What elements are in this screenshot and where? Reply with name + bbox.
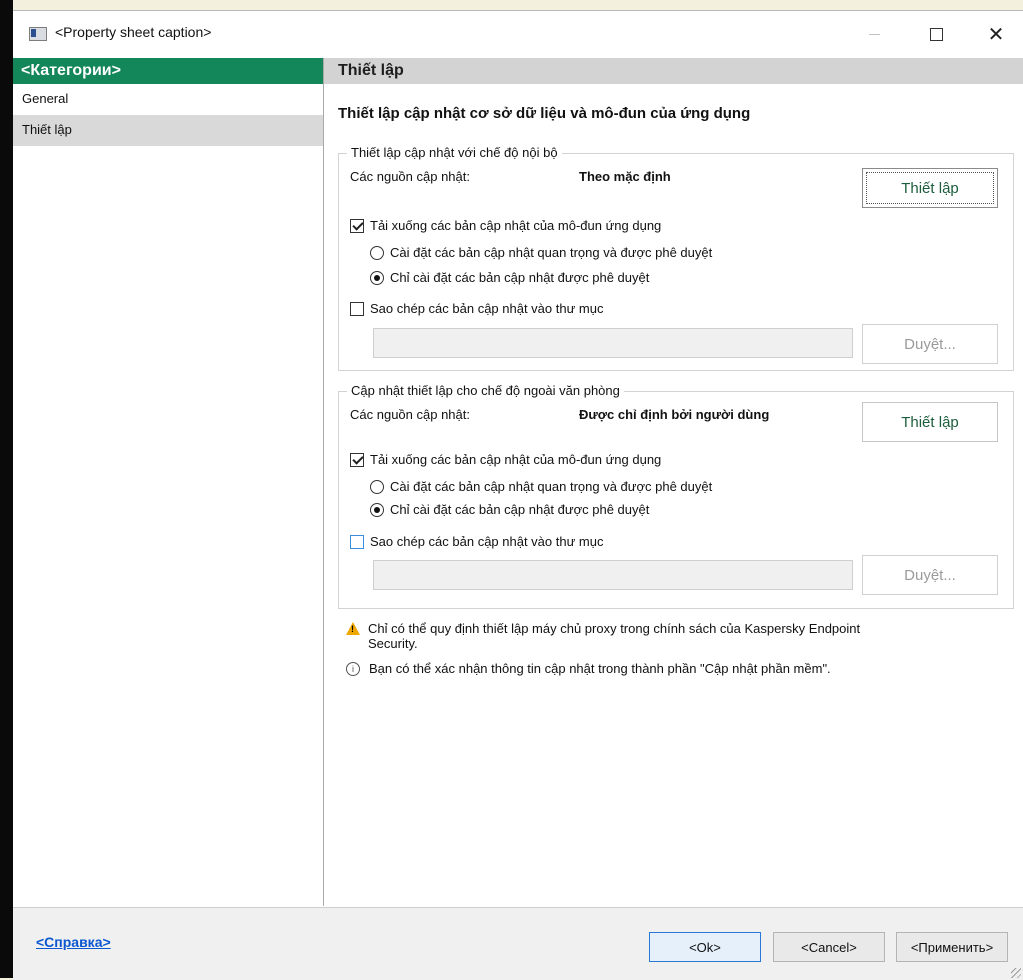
apply-button[interactable]: <Применить>	[896, 932, 1008, 962]
section-header: Thiết lập	[324, 58, 1023, 84]
update-sources-settings-button[interactable]: Thiết lập	[862, 402, 998, 442]
maximize-button[interactable]	[913, 18, 959, 50]
install-approved-radio[interactable]: Chỉ cài đặt các bản cập nhật được phê du…	[370, 502, 649, 517]
cancel-button[interactable]: <Cancel>	[773, 932, 885, 962]
minimize-button[interactable]	[851, 18, 897, 50]
browse-button[interactable]: Duyệt...	[862, 555, 998, 595]
browse-button[interactable]: Duyệt...	[862, 324, 998, 364]
update-sources-value: Được chỉ định bởi người dùng	[579, 407, 770, 422]
info-note: i Bạn có thể xác nhận thông tin cập nhật…	[346, 661, 831, 676]
install-approved-radio[interactable]: Chỉ cài đặt các bản cập nhật được phê du…	[370, 270, 649, 285]
radio-unchecked-icon	[370, 245, 384, 260]
radio-checked-icon	[370, 502, 384, 517]
radio-label: Cài đặt các bản cập nhật quan trọng và đ…	[390, 245, 713, 260]
copy-folder-path-input[interactable]	[373, 560, 853, 590]
warning-text-line2: Security.	[368, 636, 418, 651]
button-label: Duyệt...	[904, 566, 956, 584]
download-modules-checkbox[interactable]: Tải xuống các bản cập nhật của mô-đun ứn…	[350, 218, 661, 233]
warning-text: Chỉ có thể quy định thiết lập máy chủ pr…	[368, 621, 860, 651]
copy-folder-path-input[interactable]	[373, 328, 853, 358]
outside-office-group: Cập nhật thiết lập cho chế độ ngoài văn …	[338, 383, 1014, 609]
radio-checked-icon	[370, 270, 384, 285]
checkbox-checked-icon	[350, 218, 364, 233]
info-text: Bạn có thể xác nhận thông tin cập nhật t…	[369, 661, 831, 676]
checkbox-unchecked-icon	[350, 534, 364, 549]
checkbox-label: Tải xuống các bản cập nhật của mô-đun ứn…	[370, 452, 662, 467]
settings-panel: Thiết lập Thiết lập cập nhật cơ sở dữ li…	[324, 58, 1023, 906]
checkbox-label: Sao chép các bản cập nhật vào thư mục	[370, 534, 604, 549]
update-sources-value: Theo mặc định	[579, 169, 671, 184]
download-modules-checkbox[interactable]: Tải xuống các bản cập nhật của mô-đun ứn…	[350, 452, 661, 467]
dialog-footer: <Справка> <Ok> <Cancel> <Применить>	[13, 907, 1023, 980]
button-label: Duyệt...	[904, 335, 956, 353]
categories-header: <Категории>	[13, 58, 323, 84]
warning-icon	[346, 622, 360, 635]
close-button[interactable]: ✕	[973, 18, 1019, 50]
radio-unchecked-icon	[370, 479, 384, 494]
radio-label: Chỉ cài đặt các bản cập nhật được phê du…	[390, 502, 650, 517]
update-sources-label: Các nguồn cập nhật:	[350, 169, 470, 184]
help-link[interactable]: <Справка>	[36, 934, 111, 950]
update-sources-label: Các nguồn cập nhật:	[350, 407, 470, 422]
button-label: Thiết lập	[901, 413, 959, 431]
close-icon: ✕	[987, 23, 1005, 46]
group-legend: Cập nhật thiết lập cho chế độ ngoài văn …	[347, 383, 624, 398]
info-icon: i	[346, 662, 360, 676]
internal-mode-group: Thiết lập cập nhật với chế độ nội bộ Các…	[338, 145, 1014, 371]
button-label: Thiết lập	[901, 179, 959, 197]
install-critical-radio[interactable]: Cài đặt các bản cập nhật quan trọng và đ…	[370, 479, 712, 494]
resize-grip[interactable]	[1011, 968, 1021, 978]
copy-updates-checkbox[interactable]: Sao chép các bản cập nhật vào thư mục	[350, 534, 603, 549]
checkbox-label: Tải xuống các bản cập nhật của mô-đun ứn…	[370, 218, 662, 233]
checkbox-label: Sao chép các bản cập nhật vào thư mục	[370, 301, 604, 316]
title-bar: <Property sheet caption> ✕	[13, 11, 1023, 55]
update-sources-settings-button[interactable]: Thiết lập	[862, 168, 998, 208]
property-sheet-icon	[29, 27, 47, 41]
install-critical-radio[interactable]: Cài đặt các bản cập nhật quan trọng và đ…	[370, 245, 712, 260]
window-title: <Property sheet caption>	[55, 24, 212, 40]
radio-label: Cài đặt các bản cập nhật quan trọng và đ…	[390, 479, 713, 494]
warning-text-line1: Chỉ có thể quy định thiết lập máy chủ pr…	[368, 621, 861, 636]
group-legend: Thiết lập cập nhật với chế độ nội bộ	[347, 145, 562, 160]
checkbox-checked-icon	[350, 452, 364, 467]
checkbox-unchecked-icon	[350, 301, 364, 316]
page-title: Thiết lập cập nhật cơ sở dữ liệu và mô-đ…	[338, 105, 751, 122]
radio-label: Chỉ cài đặt các bản cập nhật được phê du…	[390, 270, 650, 285]
property-sheet-window: <Property sheet caption> ✕ <Категории> G…	[13, 10, 1023, 980]
category-sidebar: <Категории> General Thiết lập	[13, 58, 324, 906]
copy-updates-checkbox[interactable]: Sao chép các bản cập nhật vào thư mục	[350, 301, 603, 316]
proxy-warning-note: Chỉ có thể quy định thiết lập máy chủ pr…	[346, 621, 860, 651]
window-frame-edge	[0, 0, 13, 978]
ok-button[interactable]: <Ok>	[649, 932, 761, 962]
sidebar-item-general[interactable]: General	[13, 84, 323, 115]
sidebar-item-settings[interactable]: Thiết lập	[13, 115, 323, 146]
